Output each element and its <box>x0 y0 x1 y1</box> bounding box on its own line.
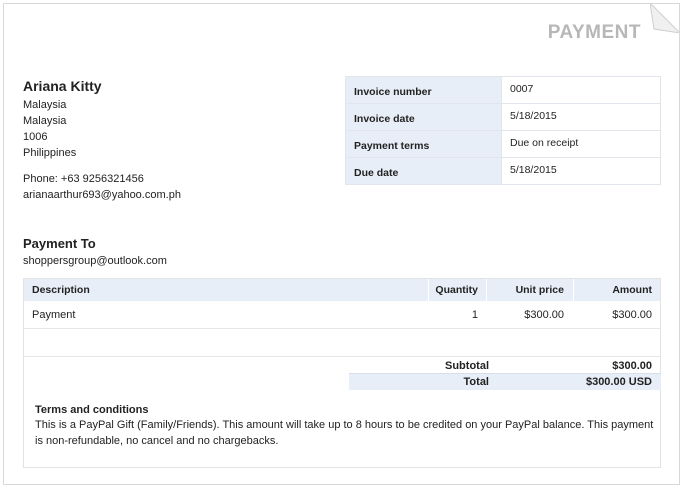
due-date-label: Due date <box>345 157 502 185</box>
table-row: Payment 1 $300.00 $300.00 <box>24 301 660 329</box>
terms-text: This is a PayPal Gift (Family/Friends). … <box>35 419 654 447</box>
item-amount: $300.00 <box>612 308 652 321</box>
invoice-date-value: 5/18/2015 <box>501 103 661 131</box>
table-header: Description Quantity Unit price Amount <box>24 279 660 301</box>
payment-terms-value: Due on receipt <box>501 130 661 158</box>
meta-row: Payment terms Due on receipt <box>345 130 661 158</box>
column-unit-price: Unit price <box>486 279 573 301</box>
document-title: PAYMENT <box>547 22 641 43</box>
due-date-value: 5/18/2015 <box>501 157 661 185</box>
address-line: Malaysia <box>23 115 67 127</box>
column-quantity: Quantity <box>428 279 486 301</box>
terms-section: Terms and conditions This is a PayPal Gi… <box>35 403 655 449</box>
invoice-meta-table: Invoice number 0007 Invoice date 5/18/20… <box>345 76 661 185</box>
seller-email: arianaarthur693@yahoo.com.ph <box>23 189 181 201</box>
address-line: Malaysia <box>23 99 67 111</box>
payment-terms-label: Payment terms <box>345 130 502 158</box>
meta-row: Invoice date 5/18/2015 <box>345 103 661 131</box>
divider <box>23 484 661 485</box>
line-items-table: Description Quantity Unit price Amount P… <box>23 278 661 468</box>
column-description: Description <box>32 284 90 296</box>
invoice-number-label: Invoice number <box>345 76 502 104</box>
seller-name: Ariana Kitty <box>23 78 102 94</box>
item-unit-price: $300.00 <box>524 308 564 321</box>
total-row: Total $300.00 USD <box>349 374 661 390</box>
subtotal-row: Subtotal $300.00 <box>349 358 661 374</box>
seller-phone: Phone: +63 9256321456 <box>23 173 144 185</box>
payment-to-section: Payment To shoppersgroup@outlook.com <box>23 235 167 267</box>
folded-corner-icon <box>650 4 679 33</box>
subtotal-value: $300.00 <box>612 359 652 372</box>
empty-row <box>24 329 660 357</box>
total-value: $300.00 USD <box>585 376 652 388</box>
column-amount: Amount <box>573 279 660 301</box>
subtotal-label: Subtotal <box>445 359 489 372</box>
meta-row: Invoice number 0007 <box>345 76 661 104</box>
address-line: Philippines <box>23 147 77 159</box>
invoice-number-value: 0007 <box>501 76 661 104</box>
address-line: 1006 <box>23 131 48 143</box>
item-quantity: 1 <box>471 308 478 321</box>
terms-heading: Terms and conditions <box>35 404 149 416</box>
invoice-document: PAYMENT Ariana Kitty Malaysia Malaysia 1… <box>3 3 680 485</box>
payment-to-email: shoppersgroup@outlook.com <box>23 255 167 267</box>
totals-block: Subtotal $300.00 Total $300.00 USD <box>349 358 661 390</box>
total-label: Total <box>463 376 489 388</box>
seller-info: Ariana Kitty Malaysia Malaysia 1006 Phil… <box>23 78 181 203</box>
item-description: Payment <box>32 308 76 321</box>
meta-row: Due date 5/18/2015 <box>345 157 661 185</box>
invoice-date-label: Invoice date <box>345 103 502 131</box>
payment-to-heading: Payment To <box>23 236 96 251</box>
